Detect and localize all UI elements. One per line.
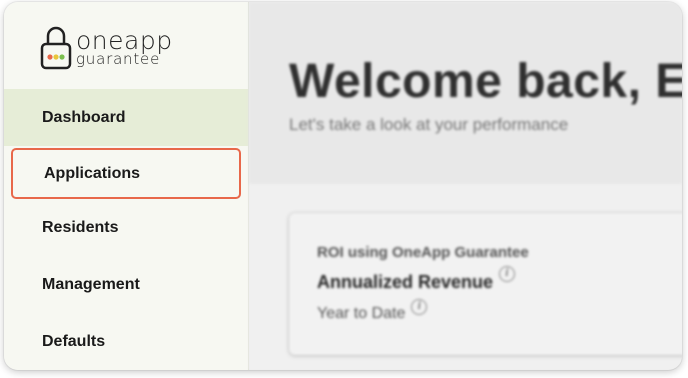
sidebar-item-applications[interactable]: Applications [11, 148, 241, 199]
period-label: Year to Date [317, 305, 406, 322]
sidebar-item-dashboard[interactable]: Dashboard [4, 89, 248, 146]
card-kicker: ROI using OneApp Guarantee [317, 244, 529, 261]
sidebar-item-management[interactable]: Management [4, 256, 248, 313]
info-icon[interactable]: i [411, 299, 428, 315]
main-content: Welcome back, E Let's take a look at you… [249, 2, 682, 370]
sidebar-item-residents[interactable]: Residents [4, 199, 248, 256]
metric-label: Annualized Revenue [317, 272, 494, 292]
sidebar: oneapp guarantee Dashboard Applications … [4, 2, 249, 370]
sidebar-item-defaults[interactable]: Defaults [4, 313, 248, 370]
sidebar-item-label: Residents [42, 218, 119, 236]
page-title: Welcome back, E [289, 55, 682, 108]
app-window: oneapp guarantee Dashboard Applications … [4, 2, 682, 370]
period-row: Year to Date i [317, 299, 428, 323]
sidebar-item-label: Dashboard [42, 108, 126, 126]
padlock-icon [40, 26, 72, 70]
sidebar-nav: Dashboard Applications Residents Managem… [4, 89, 248, 370]
info-icon[interactable]: i [499, 266, 516, 282]
sidebar-item-label: Management [42, 275, 140, 293]
sidebar-item-label: Defaults [42, 332, 106, 350]
brand-logo[interactable]: oneapp guarantee [40, 24, 180, 74]
brand-tagline: guarantee [76, 50, 161, 68]
welcome-header: Welcome back, E Let's take a look at you… [249, 2, 682, 184]
roi-card: ROI using OneApp Guarantee Annualized Re… [289, 213, 682, 355]
sidebar-item-label: Applications [44, 164, 141, 182]
page-subtitle: Let's take a look at your performance [289, 115, 569, 134]
metric-row: Annualized Revenue i [317, 266, 516, 293]
